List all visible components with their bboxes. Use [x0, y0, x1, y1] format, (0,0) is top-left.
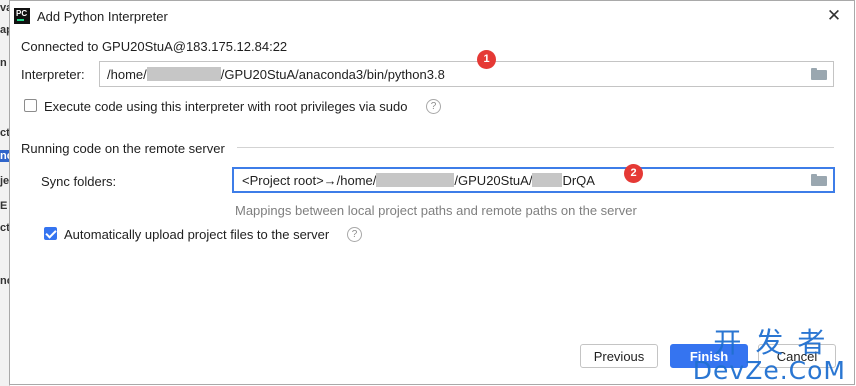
dialog-title: Add Python Interpreter	[37, 9, 168, 24]
auto-upload-label: Automatically upload project files to th…	[64, 227, 330, 242]
ide-fragment: je	[0, 175, 9, 187]
sync-folders-label: Sync folders:	[41, 174, 117, 189]
sudo-checkbox-label: Execute code using this interpreter with…	[44, 99, 408, 114]
ide-fragment: n	[0, 57, 7, 69]
connection-status: Connected to GPU20StuA@183.175.12.84:22	[21, 39, 288, 54]
annotation-badge-1: 1	[477, 50, 496, 69]
sync-folders-hint: Mappings between local project paths and…	[235, 203, 637, 218]
help-icon[interactable]: ?	[347, 227, 362, 242]
interpreter-label: Interpreter:	[21, 67, 85, 82]
redacted-username	[146, 67, 221, 81]
ide-fragment: ct	[0, 127, 9, 139]
interpreter-path-value: /home//GPU20StuA/anaconda3/bin/python3.8	[107, 67, 445, 82]
watermark-cn: 开发者	[713, 326, 840, 359]
ide-fragment: ct	[0, 222, 9, 234]
dialog-titlebar: PC Add Python Interpreter ✕	[10, 1, 854, 33]
pycharm-logo-icon: PC	[14, 8, 30, 24]
ide-fragment: nc	[0, 275, 9, 287]
ide-fragment: ap	[0, 24, 9, 36]
browse-folder-icon[interactable]	[811, 68, 827, 80]
browse-folder-icon[interactable]	[811, 174, 827, 186]
close-icon[interactable]: ✕	[822, 5, 846, 27]
previous-button[interactable]: Previous	[580, 344, 658, 368]
annotation-badge-2: 2	[624, 164, 643, 183]
redacted-username	[376, 173, 455, 187]
ide-fragment-selected: nc	[0, 150, 9, 162]
sudo-checkbox[interactable]	[24, 99, 37, 112]
section-title-remote: Running code on the remote server	[21, 141, 225, 156]
site-watermark: 开发者 DevZe.CoM	[693, 328, 846, 384]
section-divider	[237, 147, 834, 148]
watermark-en: DevZe.CoM	[692, 356, 846, 385]
sync-folders-value: <Project root>→/home//GPU20StuA/DrQA	[242, 173, 595, 188]
sync-folders-input[interactable]: <Project root>→/home//GPU20StuA/DrQA	[232, 167, 835, 193]
interpreter-path-input[interactable]: /home//GPU20StuA/anaconda3/bin/python3.8	[99, 61, 834, 87]
auto-upload-checkbox[interactable]	[44, 227, 57, 240]
redacted-folder	[532, 173, 563, 187]
ide-fragment: E	[0, 200, 8, 212]
ide-fragment: va	[0, 2, 9, 14]
help-icon[interactable]: ?	[426, 99, 441, 114]
